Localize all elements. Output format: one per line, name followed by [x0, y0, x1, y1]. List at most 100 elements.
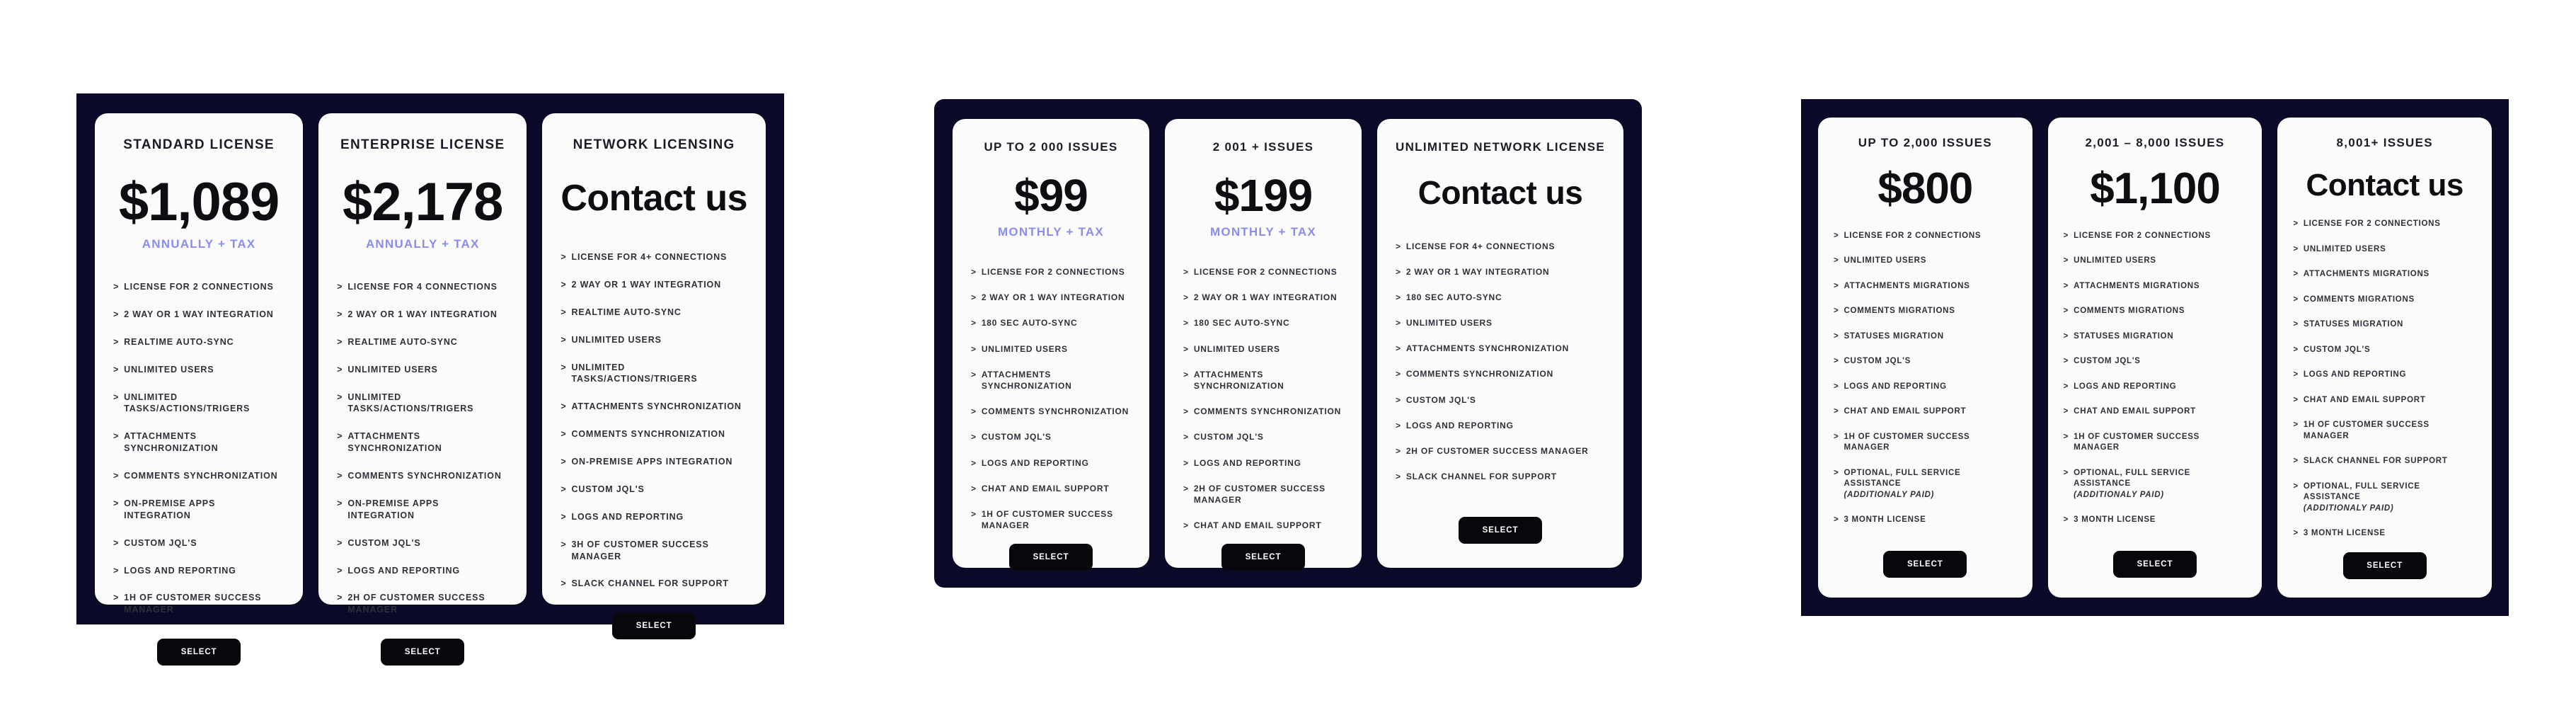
feature-label-text: 3 MONTH LICENSE — [2074, 515, 2156, 525]
feature-item: > ATTACHMENTS SYNCHRONIZATION — [337, 430, 508, 455]
feature-list: > LICENSE FOR 4+ CONNECTIONS >2 WAY OR 1 W… — [1396, 241, 1605, 483]
feature-label-text: CUSTOM JQL'S — [981, 432, 1052, 442]
feature-label-text: CHAT AND EMAIL SUPPORT — [2074, 407, 2196, 416]
chevron-right-icon: > — [1834, 468, 1839, 477]
chevron-right-icon: > — [560, 484, 567, 494]
feature-label: COMMENTS MIGRATIONS — [2074, 306, 2246, 317]
feature-label: ATTACHMENTS SYNCHRONIZATION — [124, 430, 284, 455]
feature-label: LOGS AND REPORTING — [1844, 382, 2016, 393]
feature-item: > STATUSES MIGRATION — [1834, 331, 2017, 343]
feature-item: > LICENSE FOR 4+ CONNECTIONS — [1396, 241, 1605, 252]
feature-label: SLACK CHANNEL FOR SUPPORT — [571, 578, 747, 590]
feature-label: ATTACHMENTS SYNCHRONIZATION — [1194, 369, 1343, 392]
feature-label-text: 2 WAY OR 1 WAY INTEGRATION — [571, 279, 721, 290]
select-plan-button[interactable]: SELECT — [381, 639, 465, 666]
chevron-right-icon: > — [2293, 244, 2299, 253]
feature-label-text: CHAT AND EMAIL SUPPORT — [981, 483, 1110, 493]
feature-label: 3 MONTH LICENSE — [2074, 515, 2246, 526]
feature-item: > ON-PREMISE APPS INTEGRATION — [337, 498, 508, 522]
feature-label-text: 180 SEC AUTO-SYNC — [1193, 318, 1290, 329]
feature-label: SLACK CHANNEL FOR SUPPORT — [2304, 456, 2476, 467]
feature-list: > LICENSE FOR 4+ CONNECTIONS >2 WAY OR 1 W… — [560, 251, 747, 590]
chevron-right-icon: > — [2293, 421, 2299, 430]
feature-item: > CUSTOM JQL'S — [1834, 356, 2017, 367]
feature-label-text: UNLIMITED TASKS/ACTIONS/TRIGERS — [347, 392, 474, 414]
chevron-right-icon: > — [113, 471, 120, 481]
feature-label-text: ATTACHMENTS SYNCHRONIZATION — [347, 431, 442, 454]
feature-item: >180 SEC AUTO-SYNC — [971, 317, 1131, 329]
feature-item: >1H OF CUSTOMER SUCCESS MANAGER — [2064, 432, 2247, 454]
chevron-right-icon: > — [1834, 331, 1839, 341]
chevron-right-icon: > — [113, 537, 120, 548]
feature-label-text: COMMENTS SYNCHRONIZATION — [1193, 406, 1342, 417]
feature-label: LOGS AND REPORTING — [2074, 382, 2246, 393]
feature-label-text: ON-PREMISE APPS INTEGRATION — [571, 457, 733, 467]
chevron-right-icon: > — [560, 539, 567, 549]
feature-label-text: STATUSES MIGRATION — [2303, 320, 2404, 329]
select-plan-button[interactable]: SELECT — [157, 639, 241, 666]
feature-label: LOGS AND REPORTING — [1194, 457, 1343, 469]
plan-price: $99 — [1014, 170, 1088, 221]
feature-item: > ATTACHMENTS SYNCHRONIZATION — [1183, 369, 1343, 392]
price-block: Contact us — [1396, 167, 1605, 214]
feature-label-text: CUSTOM JQL'S — [1844, 357, 1911, 366]
feature-item: > LICENSE FOR 2 CONNECTIONS — [1834, 231, 2017, 242]
select-plan-button[interactable]: SELECT — [1459, 517, 1542, 544]
feature-label: LICENSE FOR 4+ CONNECTIONS — [1406, 241, 1605, 252]
feature-item: > CUSTOM JQL'S — [337, 537, 508, 549]
feature-item: > UNLIMITED TASKS/ACTIONS/TRIGERS — [560, 362, 747, 386]
chevron-right-icon: > — [971, 432, 977, 442]
feature-item: > COMMENTS SYNCHRONIZATION — [337, 470, 508, 482]
feature-label-text: ATTACHMENTS MIGRATIONS — [1844, 281, 1970, 290]
feature-label: 3 MONTH LICENSE — [2304, 528, 2476, 539]
feature-label-text: 1H OF CUSTOMER SUCCESS MANAGER — [981, 508, 1113, 531]
chevron-right-icon: > — [337, 364, 343, 375]
feature-label-text: LICENSE FOR 4+ CONNECTIONS — [571, 252, 728, 262]
billing-period-label: ANNUALLY + TAX — [365, 237, 480, 251]
feature-item: > OPTIONAL, FULL SERVICE ASSISTANCE (ADDIT… — [1834, 468, 2017, 501]
plan-title: UNLIMITED NETWORK LICENSE — [1396, 140, 1605, 154]
select-plan-button[interactable]: SELECT — [1221, 544, 1305, 571]
chevron-right-icon: > — [2063, 432, 2069, 441]
select-plan-button[interactable]: SELECT — [2342, 552, 2427, 579]
feature-label: 1H OF CUSTOMER SUCCESS MANAGER — [982, 508, 1131, 531]
feature-label-text: ATTACHMENTS SYNCHRONIZATION — [571, 401, 742, 412]
select-plan-button[interactable]: SELECT — [612, 612, 696, 640]
feature-label: CUSTOM JQL'S — [1844, 356, 2016, 367]
feature-label-text: COMMENTS MIGRATIONS — [2303, 295, 2415, 304]
feature-label-text: OPTIONAL, FULL SERVICE ASSISTANCE — [1844, 468, 1961, 489]
feature-label: LOGS AND REPORTING — [982, 457, 1131, 469]
feature-note: (ADDITIONALY PAID) — [2074, 490, 2164, 499]
select-plan-button[interactable]: SELECT — [2113, 551, 2197, 578]
feature-item: > CUSTOM JQL'S — [1396, 394, 1605, 406]
feature-label: REALTIME AUTO-SYNC — [347, 336, 508, 348]
feature-label: COMMENTS SYNCHRONIZATION — [347, 470, 508, 482]
chevron-right-icon: > — [1183, 457, 1189, 468]
feature-label: 2 WAY OR 1 WAY INTEGRATION — [1194, 292, 1343, 303]
feature-list: > LICENSE FOR 4 CONNECTIONS >2 WAY OR 1 WA… — [337, 281, 508, 616]
chevron-right-icon: > — [1396, 343, 1401, 354]
feature-label: CUSTOM JQL'S — [2304, 345, 2476, 356]
feature-item: > UNLIMITED USERS — [113, 364, 284, 376]
feature-label: UNLIMITED TASKS/ACTIONS/TRIGERS — [347, 392, 508, 416]
plan-price: $1,100 — [2090, 164, 2221, 213]
feature-label-text: 2 WAY OR 1 WAY INTEGRATION — [347, 309, 498, 319]
price-block: $199 MONTHLY + TAX — [1183, 167, 1343, 239]
chevron-right-icon: > — [1834, 307, 1839, 316]
feature-label: UNLIMITED USERS — [2074, 256, 2246, 267]
feature-item: > UNLIMITED USERS — [560, 334, 747, 346]
feature-label: 180 SEC AUTO-SYNC — [982, 317, 1131, 329]
feature-item: > LOGS AND REPORTING — [113, 565, 284, 577]
select-plan-button[interactable]: SELECT — [1883, 551, 1967, 578]
feature-label: 2 WAY OR 1 WAY INTEGRATION — [571, 279, 747, 291]
feature-label: UNLIMITED USERS — [1194, 343, 1343, 355]
pricing-card: STANDARD LICENSE $1,089 ANNUALLY + TAX > LIC… — [95, 113, 304, 666]
select-plan-button[interactable]: SELECT — [1009, 544, 1093, 571]
feature-label: COMMENTS MIGRATIONS — [2304, 295, 2476, 306]
feature-label-text: 2 WAY OR 1 WAY INTEGRATION — [1193, 292, 1338, 303]
chevron-right-icon: > — [2293, 395, 2299, 404]
feature-item: > COMMENTS MIGRATIONS — [1834, 306, 2017, 317]
chevron-right-icon: > — [560, 362, 567, 372]
chevron-right-icon: > — [971, 343, 977, 354]
feature-label: 3H OF CUSTOMER SUCCESS MANAGER — [571, 539, 747, 563]
